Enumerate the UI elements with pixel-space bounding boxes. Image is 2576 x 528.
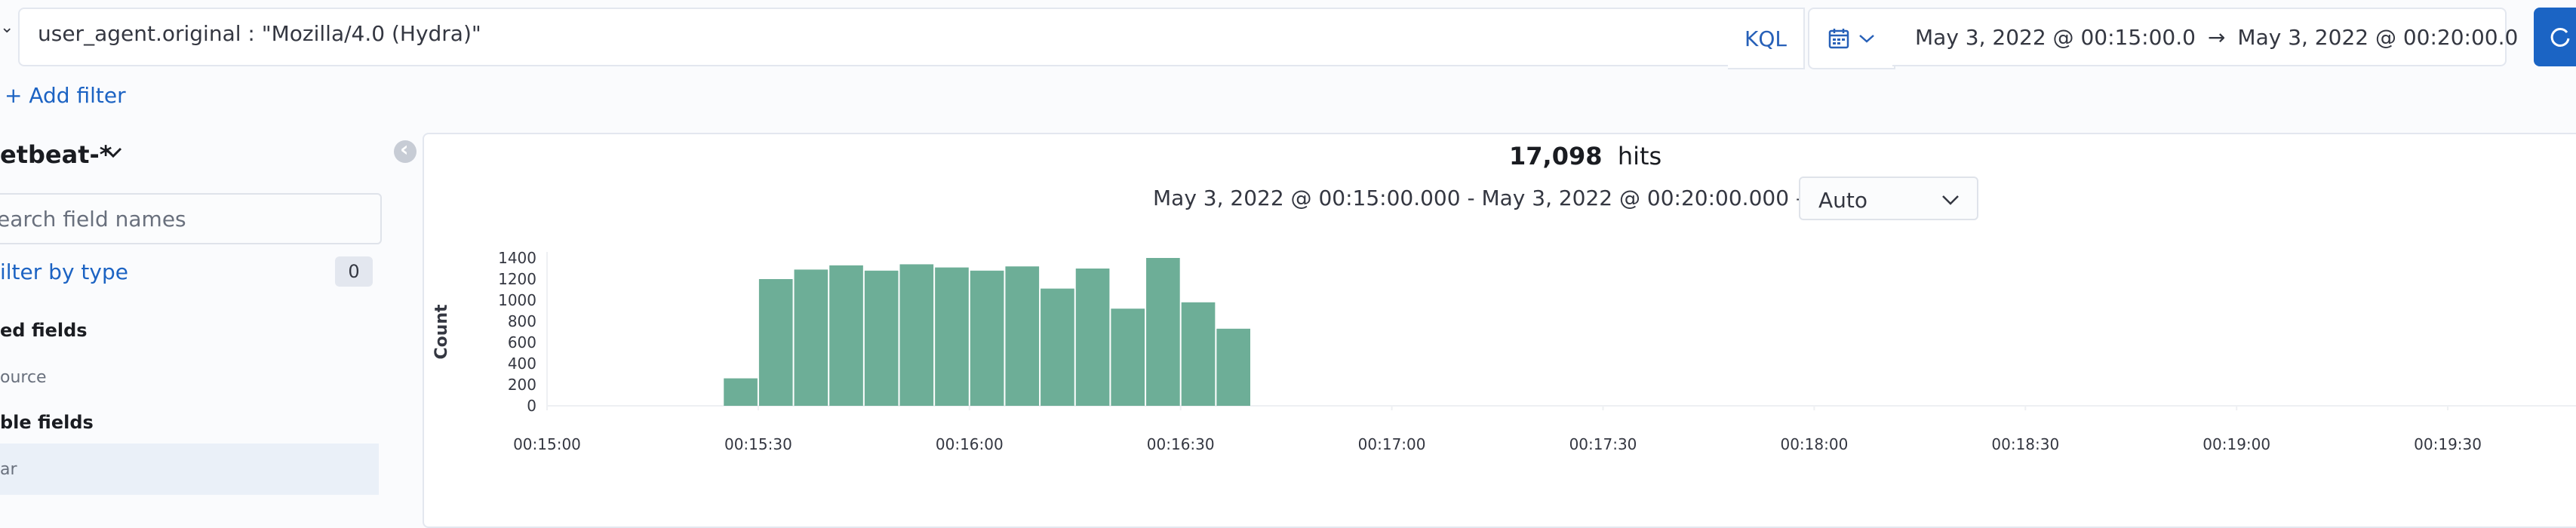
collapse-sidebar-button[interactable] — [394, 137, 417, 163]
date-start[interactable]: May 3, 2022 @ 00:15:00.0 — [1915, 25, 2196, 50]
date-end[interactable]: May 3, 2022 @ 00:20:00.0 — [2237, 25, 2518, 50]
y-tick-label: 1400 — [498, 249, 536, 267]
chevron-down-icon — [1859, 35, 1874, 43]
histogram-bar — [1181, 302, 1216, 406]
query-menu-chevron-icon[interactable]: ⌄ — [0, 18, 14, 48]
histogram-bar — [1216, 328, 1250, 406]
y-tick-label: 0 — [527, 397, 536, 415]
search-placeholder: earch field names — [0, 206, 186, 232]
x-tick-label: 00:18:30 — [1991, 435, 2059, 453]
selected-fields-title: ed fields — [0, 320, 88, 341]
hits-count: 17,098 — [1509, 142, 1603, 170]
refresh-icon — [2550, 27, 2570, 47]
x-tick-label: 00:19:00 — [2203, 435, 2270, 453]
histogram-chart: 0 200 400 600 800 1000 1200 1400 Count 00:15:00 00… — [432, 249, 2576, 453]
x-tick-label: 00:18:00 — [1780, 435, 1848, 453]
y-tick-label: 200 — [508, 376, 536, 394]
histogram-bar — [935, 267, 969, 406]
available-field-row[interactable] — [0, 444, 379, 495]
x-tick-label: 00:17:30 — [1569, 435, 1637, 453]
histogram-bar — [724, 378, 758, 406]
y-tick-label: 600 — [508, 333, 536, 351]
date-range-picker[interactable]: May 3, 2022 @ 00:15:00.0 → May 3, 2022 @… — [1892, 8, 2518, 66]
histogram-bar — [1041, 288, 1074, 406]
filter-count-badge: 0 — [335, 256, 373, 287]
y-tick-label: 1200 — [498, 270, 536, 288]
histogram-bar — [864, 270, 899, 406]
histogram-bar — [758, 279, 793, 406]
x-tick-label: 00:17:00 — [1358, 435, 1426, 453]
date-quick-menu-button[interactable] — [1808, 8, 1895, 69]
interval-value: Auto — [1818, 188, 1868, 213]
histogram-bar — [1111, 309, 1145, 406]
x-tick-label: 00:15:00 — [513, 435, 581, 453]
histogram-bar — [829, 265, 863, 406]
histogram-bar — [970, 270, 1004, 406]
refresh-button[interactable] — [2534, 8, 2576, 66]
histogram-bar — [1075, 269, 1110, 406]
chevron-down-icon[interactable] — [103, 145, 124, 160]
y-tick-label: 400 — [508, 355, 536, 373]
available-field-item[interactable]: ar — [0, 460, 17, 479]
y-tick-label: 1000 — [498, 291, 536, 309]
x-tick-label: 00:16:30 — [1147, 435, 1215, 453]
x-tick-label: 00:16:00 — [936, 435, 1004, 453]
y-axis-label: Count — [432, 304, 451, 360]
interval-select[interactable]: Auto — [1799, 177, 1978, 220]
x-tick-label: 00:15:30 — [724, 435, 792, 453]
y-tick-label: 800 — [508, 312, 536, 330]
arrow-right-icon: → — [2207, 24, 2226, 50]
query-text[interactable]: user_agent.original : "Mozilla/4.0 (Hydr… — [38, 21, 481, 46]
hits-label: hits — [1617, 142, 1662, 170]
selected-field-item[interactable]: ource — [0, 368, 47, 387]
filter-by-type-button[interactable]: ilter by type — [0, 259, 128, 284]
histogram-bar — [1146, 258, 1180, 406]
hits-counter: 17,098 hits — [1509, 142, 1661, 170]
kql-toggle-button[interactable]: KQL — [1728, 8, 1805, 69]
available-fields-title: ble fields — [0, 412, 94, 433]
histogram-bar — [1005, 266, 1040, 406]
x-tick-label: 00:19:30 — [2414, 435, 2482, 453]
time-range-label: May 3, 2022 @ 00:15:00.000 - May 3, 2022… — [1153, 186, 1817, 210]
histogram-bar — [899, 264, 934, 406]
add-filter-button[interactable]: + Add filter — [5, 83, 126, 108]
search-field-names-input[interactable]: earch field names — [0, 193, 382, 244]
calendar-icon — [1828, 29, 1849, 49]
histogram-bar — [794, 269, 828, 406]
index-pattern-selector[interactable]: etbeat-* — [0, 140, 112, 169]
chevron-down-icon — [1942, 195, 1959, 205]
